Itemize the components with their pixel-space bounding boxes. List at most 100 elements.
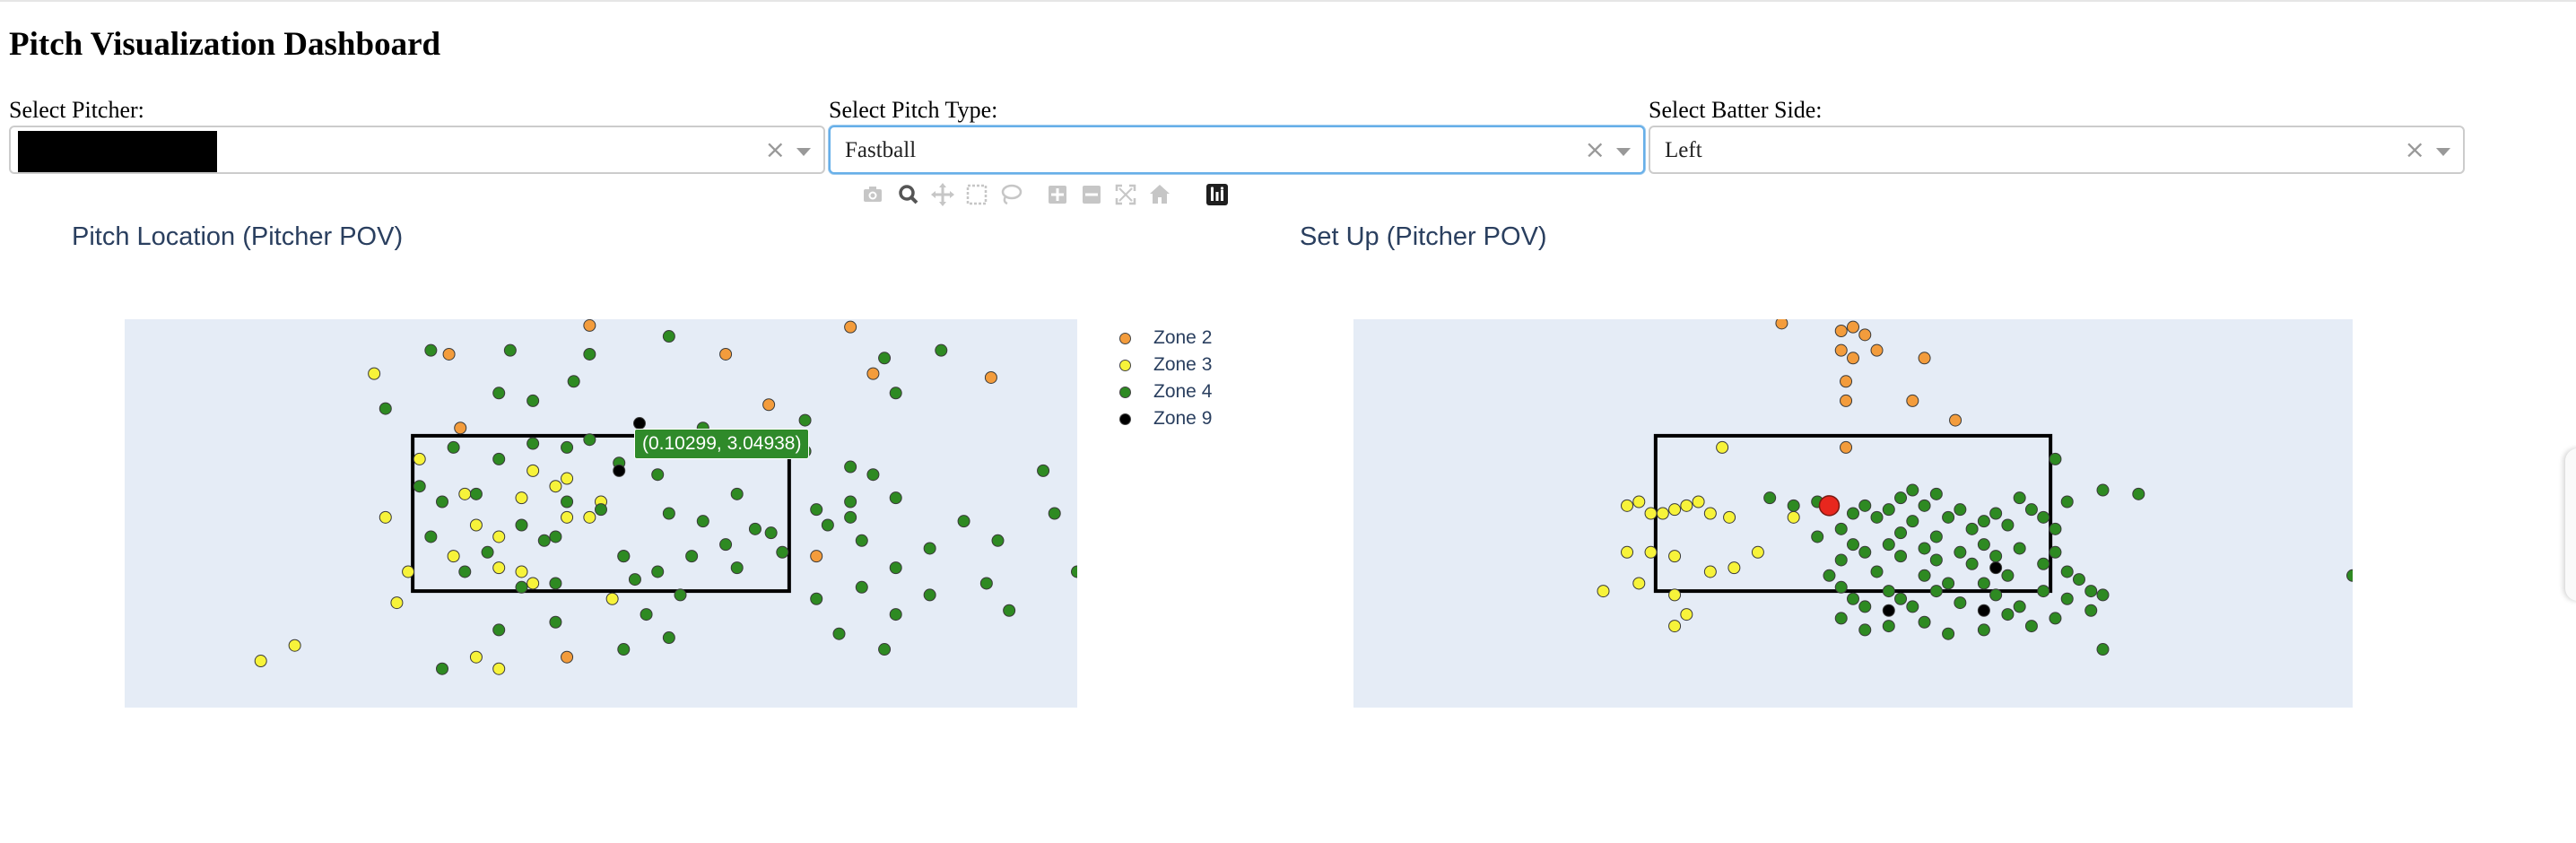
pitch-point-zone4[interactable] [424, 530, 438, 543]
pitch-point-zone4[interactable] [1037, 464, 1050, 477]
batter-side-chevron-down-icon[interactable] [2436, 148, 2450, 156]
pitch-point-zone4[interactable] [1882, 620, 1895, 633]
pan-icon[interactable] [929, 179, 956, 210]
pitch-point-zone4[interactable] [2001, 518, 2015, 532]
pitch-point-zone4[interactable] [1858, 545, 1872, 559]
pitch-point-zone4[interactable] [1929, 585, 1943, 598]
legend-item-zone2[interactable]: Zone 2 [1112, 326, 1247, 353]
pitch-point-zone3[interactable] [1703, 565, 1717, 578]
side-panel-handle[interactable] [2565, 448, 2576, 601]
pitch-point-zone4[interactable] [1894, 550, 1908, 563]
pitch-point-zone2[interactable] [1840, 394, 1853, 407]
pitch-point-zone3[interactable] [492, 561, 506, 575]
pitch-point-zone4[interactable] [628, 573, 641, 587]
pitch-point-zone4[interactable] [2096, 643, 2110, 656]
pitch-point-zone4[interactable] [844, 510, 857, 524]
pitch-point-zone4[interactable] [730, 487, 744, 500]
pitch-point-zone3[interactable] [379, 510, 392, 524]
pitch-point-zone3[interactable] [583, 510, 596, 524]
plotly-logo-icon[interactable] [1204, 179, 1231, 210]
pitch-point-zone3[interactable] [402, 565, 415, 578]
pitch-point-zone3[interactable] [1787, 510, 1800, 524]
pitch-point-zone4[interactable] [595, 503, 607, 517]
pitch-point-zone2[interactable] [1775, 317, 1788, 330]
pitch-point-zone9[interactable] [632, 417, 646, 430]
pitch-point-zone3[interactable] [1632, 577, 1646, 590]
pitch-point-zone4[interactable] [1977, 623, 1990, 637]
pitch-point-zone4[interactable] [537, 534, 551, 547]
legend-item-zone4[interactable]: Zone 4 [1112, 380, 1247, 407]
pitch-point-zone3[interactable] [605, 592, 619, 605]
pitch-point-zone4[interactable] [515, 518, 528, 532]
pitch-point-zone2[interactable] [1834, 343, 1848, 357]
pitch-point-zone4[interactable] [2132, 487, 2145, 500]
pitch-point-zone4[interactable] [2049, 545, 2062, 559]
pitch-point-zone4[interactable] [821, 518, 834, 532]
pitch-point-zone4[interactable] [1847, 592, 1859, 605]
pitch-point-zone4[interactable] [1071, 565, 1083, 578]
pitch-point-zone4[interactable] [651, 565, 665, 578]
pitch-point-zone4[interactable] [527, 394, 540, 407]
pitch-point-zone2[interactable] [1858, 328, 1872, 342]
pitch-point-zone4[interactable] [651, 468, 665, 482]
pitch-point-zone4[interactable] [1882, 503, 1895, 517]
pitch-point-zone3[interactable] [1716, 440, 1729, 454]
pitch-point-zone2[interactable] [1834, 324, 1848, 337]
pitch-point-zone4[interactable] [436, 662, 448, 675]
pitch-point-zone3[interactable] [1656, 507, 1669, 520]
pitch-point-zone4[interactable] [458, 565, 472, 578]
batter-side-dropdown[interactable]: Left × [1649, 126, 2465, 174]
pitch-point-zone3[interactable] [1621, 499, 1634, 512]
pitch-point-zone4[interactable] [1834, 522, 1848, 535]
pitch-point-zone3[interactable] [561, 472, 574, 485]
pitch-point-zone2[interactable] [1840, 375, 1853, 388]
pitch-point-zone4[interactable] [979, 577, 993, 590]
pitch-point-zone4[interactable] [481, 545, 494, 559]
pitch-point-zone4[interactable] [2072, 573, 2085, 587]
setup-plot[interactable] [1353, 319, 2353, 708]
setup-target-marker[interactable] [1818, 495, 1841, 517]
pitch-point-zone2[interactable] [844, 320, 857, 334]
pitcher-chevron-down-icon[interactable] [796, 148, 811, 156]
pitch-point-zone4[interactable] [1977, 538, 1990, 552]
pitch-point-zone2[interactable] [1840, 440, 1853, 454]
pitch-point-zone4[interactable] [844, 460, 857, 474]
pitch-point-zone4[interactable] [2049, 452, 2062, 465]
pitch-point-zone3[interactable] [447, 550, 460, 563]
pitch-point-zone4[interactable] [730, 561, 744, 575]
pitch-point-zone4[interactable] [2013, 542, 2026, 555]
pitch-point-zone4[interactable] [447, 440, 460, 454]
pitch-point-zone4[interactable] [662, 631, 675, 645]
pitch-point-zone3[interactable] [1668, 550, 1682, 563]
pitch-point-zone4[interactable] [1989, 507, 2003, 520]
pitch-point-zone4[interactable] [1003, 604, 1016, 617]
pitch-point-zone3[interactable] [1668, 620, 1682, 633]
pitch-point-zone4[interactable] [1906, 600, 1919, 613]
pitch-point-zone3[interactable] [1727, 561, 1741, 575]
pitch-point-zone4[interactable] [1882, 585, 1895, 598]
pitch-point-zone4[interactable] [2013, 491, 2026, 505]
pitch-point-zone4[interactable] [878, 352, 892, 365]
pitch-point-zone4[interactable] [991, 534, 1005, 547]
pitch-point-zone4[interactable] [889, 561, 902, 575]
pitch-point-zone2[interactable] [719, 347, 733, 361]
pitch-point-zone4[interactable] [1858, 600, 1872, 613]
pitch-point-zone3[interactable] [492, 530, 506, 543]
zoom-out-icon[interactable] [1078, 179, 1105, 210]
pitch-point-zone4[interactable] [1965, 557, 1979, 570]
pitch-point-zone4[interactable] [832, 627, 846, 640]
pitch-point-zone2[interactable] [1870, 343, 1884, 357]
pitch-point-zone4[interactable] [413, 480, 426, 493]
pitch-point-zone3[interactable] [515, 565, 528, 578]
pitch-point-zone4[interactable] [662, 507, 675, 520]
pitch-point-zone3[interactable] [527, 464, 540, 477]
pitch-point-zone4[interactable] [855, 534, 868, 547]
pitch-point-zone4[interactable] [889, 387, 902, 400]
pitch-point-zone4[interactable] [1977, 515, 1990, 528]
pitch-point-zone3[interactable] [1703, 507, 1717, 520]
pitch-point-zone4[interactable] [878, 643, 892, 656]
pitch-point-zone2[interactable] [984, 370, 997, 384]
pitch-point-zone4[interactable] [957, 515, 970, 528]
pitch-point-zone3[interactable] [469, 518, 483, 532]
pitch-point-zone2[interactable] [1847, 352, 1859, 365]
